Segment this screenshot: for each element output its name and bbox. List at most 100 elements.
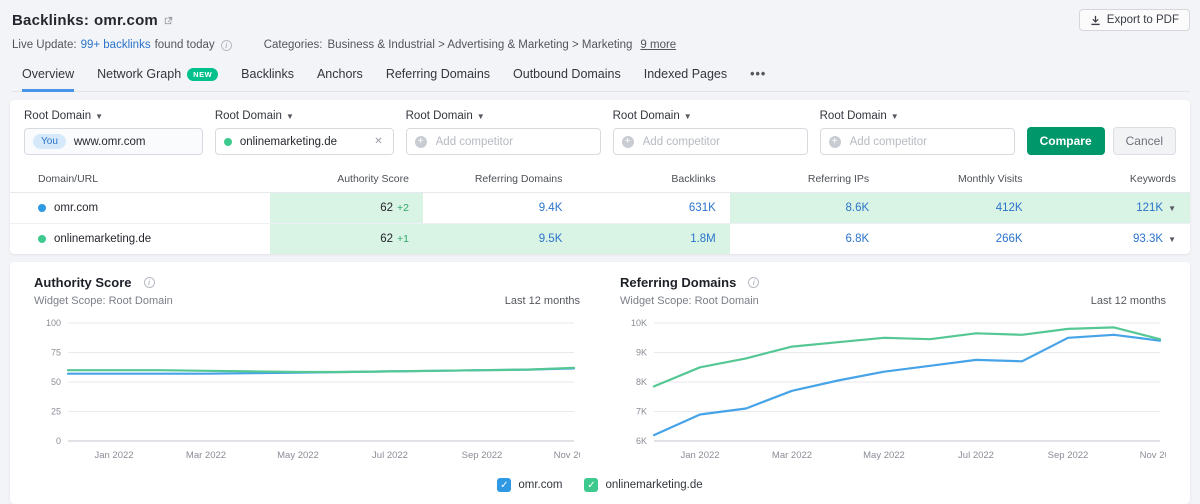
remove-competitor-icon[interactable]: ✕ xyxy=(372,134,384,149)
root-domain-selector[interactable]: Root Domain ▼ xyxy=(820,110,1015,122)
page-title-domain: omr.com xyxy=(94,11,158,29)
live-update-row: Live Update: 99+ backlinks found today i… xyxy=(12,39,1190,51)
competitor-field[interactable]: onlinemarketing.de ✕ xyxy=(214,128,394,155)
plus-circle-icon: + xyxy=(828,135,841,148)
legend-item-omr-com[interactable]: ✓ omr.com xyxy=(497,478,562,492)
legend-checkbox[interactable]: ✓ xyxy=(497,478,512,492)
authority-score-value: 62 xyxy=(380,202,393,214)
y-tick-label: 7K xyxy=(636,407,647,417)
categories: Categories: Business & Industrial > Adve… xyxy=(264,39,677,51)
monthly-visits-cell: 412K xyxy=(883,192,1037,224)
root-domain-selector[interactable]: Root Domain ▼ xyxy=(406,110,601,122)
backlinks-value[interactable]: 631K xyxy=(689,202,716,214)
y-tick-label: 75 xyxy=(51,348,61,358)
x-tick-label: Jul 2022 xyxy=(372,450,408,461)
backlinks-cell: 1.8M xyxy=(576,223,730,254)
filter-slot-4: Root Domain ▼ + xyxy=(612,110,808,155)
info-icon[interactable]: i xyxy=(748,277,760,288)
external-link-icon[interactable] xyxy=(163,15,174,26)
root-domain-selector[interactable]: Root Domain ▼ xyxy=(24,110,203,122)
referring-ips-cell: 8.6K xyxy=(729,192,884,224)
tab-outbound-domains[interactable]: Outbound Domains xyxy=(513,61,621,92)
monthly-visits-value[interactable]: 412K xyxy=(996,202,1023,214)
tab-overview[interactable]: Overview xyxy=(22,61,75,92)
root-domain-selector[interactable]: Root Domain ▼ xyxy=(613,110,808,122)
x-tick-label: Nov 2022 xyxy=(554,450,580,461)
column-header-referring-domains: Referring Domains xyxy=(422,167,577,193)
categories-more-link[interactable]: 9 more xyxy=(640,39,676,51)
chevron-down-icon[interactable]: ▼ xyxy=(1168,235,1176,244)
tab-anchors[interactable]: Anchors xyxy=(317,61,363,92)
referring-domains-value[interactable]: 9.4K xyxy=(539,202,563,214)
y-tick-label: 6K xyxy=(636,436,647,446)
referring-ips-value[interactable]: 8.6K xyxy=(845,202,869,214)
x-tick-label: Jan 2022 xyxy=(94,450,133,461)
add-competitor-field[interactable]: + xyxy=(405,128,601,155)
root-domain-label: Root Domain xyxy=(214,110,282,122)
plus-circle-icon: + xyxy=(621,135,634,148)
tab-label: Overview xyxy=(22,67,75,81)
keywords-cell: 93.3K ▼ xyxy=(1036,223,1190,254)
domain-cell: omr.com xyxy=(10,192,270,224)
referring-domains-value[interactable]: 9.5K xyxy=(539,233,563,245)
export-to-pdf-button[interactable]: Export to PDF xyxy=(1078,9,1190,31)
tab-label: Indexed Pages xyxy=(643,67,728,81)
column-header-backlinks: Backlinks xyxy=(576,167,730,193)
info-icon[interactable]: i xyxy=(143,277,155,288)
column-header-domain-url: Domain/URL xyxy=(10,167,270,193)
domain-cell: onlinemarketing.de xyxy=(10,223,270,254)
top-bar: Backlinks: omr.com Export to PDF Live Upd… xyxy=(0,0,1200,92)
filter-buttons: Compare Cancel xyxy=(1026,127,1176,155)
filter-slot-2: Root Domain ▼ onlinemarketing.de ✕ xyxy=(214,110,394,155)
add-competitor-input[interactable] xyxy=(640,134,799,149)
authority-score-delta: +1 xyxy=(397,233,409,245)
referring-domains-cell: 9.4K xyxy=(422,192,577,224)
you-badge: You xyxy=(33,134,66,149)
filter-row: Root Domain ▼ You www.omr.com Root Domain ▼ on… xyxy=(10,100,1190,167)
legend-item-onlinemarketing-de[interactable]: ✓ onlinemarketing.de xyxy=(584,478,703,492)
cancel-button[interactable]: Cancel xyxy=(1112,127,1176,155)
x-tick-label: Mar 2022 xyxy=(186,450,226,461)
x-tick-label: Jul 2022 xyxy=(958,450,994,461)
legend-checkbox[interactable]: ✓ xyxy=(584,478,599,492)
monthly-visits-value[interactable]: 266K xyxy=(996,233,1023,245)
categories-label: Categories: xyxy=(263,39,323,51)
tab-referring-domains[interactable]: Referring Domains xyxy=(386,61,490,92)
series-line-omr-com xyxy=(652,333,1162,437)
info-icon[interactable]: i xyxy=(220,39,232,51)
series-line-onlinemarketing-de xyxy=(66,366,576,374)
y-tick-label: 10K xyxy=(631,318,647,328)
tab-network-graph[interactable]: Network Graph NEW xyxy=(97,61,219,92)
add-competitor-input[interactable] xyxy=(847,134,1006,149)
add-competitor-field[interactable]: + xyxy=(612,128,808,155)
root-domain-label: Root Domain xyxy=(819,110,887,122)
chevron-down-icon[interactable]: ▼ xyxy=(1168,204,1176,213)
authority-score-delta: +2 xyxy=(397,202,409,214)
referring-ips-cell: 6.8K xyxy=(729,223,884,254)
plus-circle-icon: + xyxy=(414,135,427,148)
referring-ips-value[interactable]: 6.8K xyxy=(845,233,869,245)
add-competitor-input[interactable] xyxy=(433,134,592,149)
categories-path: Business & Industrial > Advertising & Ma… xyxy=(327,39,633,51)
tab-label: Anchors xyxy=(316,67,363,81)
chevron-down-icon: ▼ xyxy=(95,111,104,121)
your-domain-field[interactable]: You www.omr.com xyxy=(24,128,203,155)
tab-more[interactable]: ••• xyxy=(750,61,766,92)
tab-indexed-pages[interactable]: Indexed Pages xyxy=(644,61,727,92)
tab-label: Outbound Domains xyxy=(513,67,621,81)
live-update-link[interactable]: 99+ backlinks xyxy=(81,39,151,51)
widget-scope-label: Widget Scope: Root Domain xyxy=(620,295,759,307)
root-domain-selector[interactable]: Root Domain ▼ xyxy=(215,110,394,122)
keywords-value[interactable]: 93.3K xyxy=(1133,233,1163,245)
keywords-value[interactable]: 121K xyxy=(1136,202,1163,214)
add-competitor-field[interactable]: + xyxy=(819,128,1015,155)
backlinks-value[interactable]: 1.8M xyxy=(690,233,716,245)
column-header-authority-score: Authority Score xyxy=(269,167,423,193)
domain-name: onlinemarketing.de xyxy=(54,233,152,245)
charts-card: Authority Score i Widget Scope: Root Domai… xyxy=(10,262,1190,504)
page-title-prefix: Backlinks: xyxy=(12,11,90,29)
backlinks-cell: 631K xyxy=(576,192,730,224)
x-tick-label: May 2022 xyxy=(863,450,905,461)
tab-backlinks[interactable]: Backlinks xyxy=(241,61,294,92)
compare-button[interactable]: Compare xyxy=(1026,127,1105,155)
